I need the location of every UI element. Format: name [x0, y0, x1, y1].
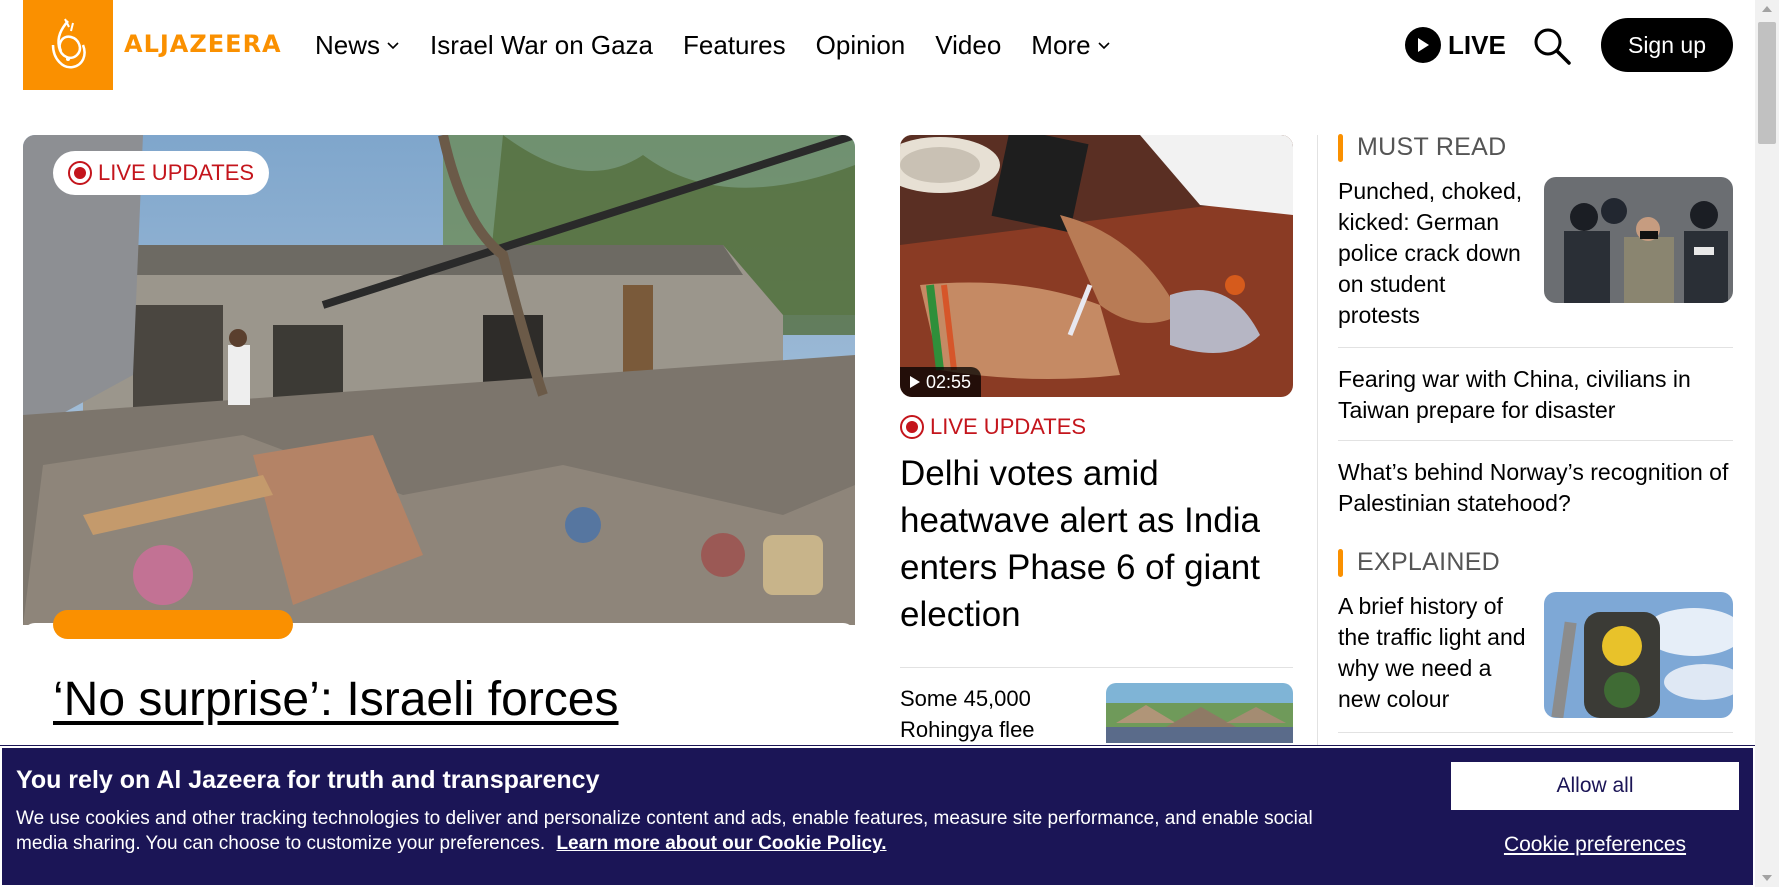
- traffic-light-headline[interactable]: A brief history of the traffic light and…: [1338, 591, 1528, 715]
- divider: [900, 667, 1293, 668]
- search-button[interactable]: [1532, 26, 1572, 66]
- play-icon: [1405, 27, 1441, 63]
- must-read-heading: MUST READ: [1338, 133, 1506, 162]
- traffic-light-photo: [1544, 592, 1733, 718]
- aljazeera-logo[interactable]: [23, 0, 113, 90]
- delhi-votes-headline[interactable]: Delhi votes amid heatwave alert as India…: [900, 450, 1293, 638]
- traffic-light-thumbnail[interactable]: [1544, 592, 1733, 718]
- explained-heading: EXPLAINED: [1338, 548, 1500, 577]
- section-accent-bar: [1338, 133, 1343, 162]
- destroyed-building-photo: [23, 135, 855, 625]
- nav-item-news[interactable]: News: [315, 28, 400, 62]
- divider: [1338, 440, 1733, 441]
- allow-all-button[interactable]: Allow all: [1451, 762, 1739, 810]
- nav-item-opinion[interactable]: Opinion: [816, 28, 906, 62]
- section-label: MUST READ: [1357, 133, 1507, 161]
- live-label: LIVE: [1448, 29, 1506, 60]
- main-nav: News Israel War on Gaza Features Opinion…: [315, 28, 1141, 62]
- nav-item-israel-war-on-gaza[interactable]: Israel War on Gaza: [430, 28, 653, 62]
- scroll-down-arrow-icon[interactable]: [1762, 875, 1772, 881]
- hero-image[interactable]: [23, 135, 855, 625]
- cookie-policy-link[interactable]: Learn more about our Cookie Policy.: [556, 833, 886, 854]
- nav-item-label: Video: [935, 29, 1002, 60]
- duration-label: 02:55: [926, 371, 972, 392]
- live-badge-label: LIVE UPDATES: [930, 414, 1087, 439]
- nav-item-label: Israel War on Gaza: [430, 29, 654, 60]
- signup-button[interactable]: Sign up: [1601, 18, 1733, 72]
- chevron-down-icon: [1097, 42, 1110, 50]
- live-badge-label: LIVE UPDATES: [98, 160, 255, 185]
- site-header: ALJAZEERA News Israel War on Gaza Featur…: [0, 0, 1755, 90]
- section-label: EXPLAINED: [1357, 548, 1501, 576]
- logo-wordmark[interactable]: ALJAZEERA: [124, 30, 282, 58]
- refugee-camp-photo: [1106, 683, 1293, 743]
- nav-item-label: Opinion: [815, 29, 906, 60]
- rohingya-headline[interactable]: Some 45,000 Rohingya flee: [900, 683, 1090, 745]
- scroll-thumb[interactable]: [1758, 22, 1776, 144]
- cookie-banner-title: You rely on Al Jazeera for truth and tra…: [16, 766, 600, 794]
- section-accent-bar: [1338, 548, 1343, 577]
- nav-item-more[interactable]: More: [1031, 28, 1110, 62]
- cookie-banner-body: We use cookies and other tracking techno…: [16, 806, 1356, 856]
- chevron-down-icon: [387, 42, 399, 50]
- mid-live-badge[interactable]: LIVE UPDATES: [900, 414, 1086, 440]
- play-icon: [910, 376, 920, 388]
- riot-police-photo: [1544, 177, 1733, 303]
- nav-item-features[interactable]: Features: [683, 28, 786, 62]
- delhi-votes-image[interactable]: [900, 135, 1293, 397]
- hero-accent-bar: [53, 610, 293, 639]
- nav-item-label: More: [1031, 29, 1091, 60]
- taiwan-headline[interactable]: Fearing war with China, civilians in Tai…: [1338, 364, 1733, 426]
- scrollbar[interactable]: [1755, 0, 1779, 887]
- german-police-thumbnail[interactable]: [1544, 177, 1733, 303]
- divider: [1338, 347, 1733, 348]
- logo-calligraphy-icon: [51, 18, 86, 69]
- nav-item-label: News: [315, 29, 381, 60]
- scroll-up-arrow-icon[interactable]: [1762, 6, 1772, 12]
- nav-item-label: Features: [683, 29, 786, 60]
- video-duration-badge: 02:55: [900, 367, 982, 397]
- hero-live-badge[interactable]: LIVE UPDATES: [53, 151, 270, 195]
- norway-headline[interactable]: What’s behind Norway’s recognition of Pa…: [1338, 457, 1733, 519]
- german-police-headline[interactable]: Punched, choked, kicked: German police c…: [1338, 176, 1528, 331]
- live-button[interactable]: LIVE: [1405, 27, 1506, 63]
- hero-headline[interactable]: ‘No surprise’: Israeli forces: [53, 672, 853, 728]
- divider: [1338, 732, 1733, 733]
- nav-item-video[interactable]: Video: [935, 28, 1001, 62]
- voting-ink-photo: [900, 135, 1293, 397]
- search-icon: [1534, 28, 1571, 65]
- live-dot-icon: [900, 415, 924, 439]
- cookie-banner: You rely on Al Jazeera for truth and tra…: [0, 745, 1756, 887]
- cookie-preferences-button[interactable]: Cookie preferences: [1451, 828, 1739, 862]
- live-dot-icon: [68, 161, 92, 185]
- rohingya-thumbnail[interactable]: [1106, 683, 1293, 743]
- column-divider: [1317, 135, 1318, 745]
